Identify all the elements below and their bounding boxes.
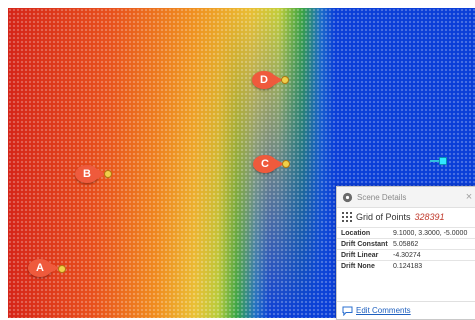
panel-footer: Edit Comments — [337, 301, 475, 319]
object-row: Grid of Points 328391 — [337, 208, 475, 225]
property-key: Drift Linear — [337, 249, 389, 261]
marker-c[interactable]: C — [253, 155, 284, 173]
panel-title: Scene Details — [357, 192, 407, 202]
property-value: 0.124183 — [389, 260, 475, 271]
table-row: Location 9.1000, 3.3000, -5.0000 — [337, 227, 475, 239]
property-key: Drift Constant — [337, 238, 389, 250]
scene-details-icon — [342, 192, 353, 202]
comment-icon — [342, 306, 353, 316]
point-b[interactable] — [104, 170, 112, 178]
property-value: -4.30274 — [389, 249, 475, 261]
property-key: Drift None — [337, 260, 389, 271]
object-name: Grid of Points — [356, 211, 411, 222]
object-id: 328391 — [414, 211, 445, 222]
point-a[interactable] — [58, 265, 66, 273]
properties-table: Location 9.1000, 3.3000, -5.0000 Drift C… — [337, 227, 475, 271]
property-value: 9.1000, 3.3000, -5.0000 — [389, 227, 475, 239]
table-row: Drift None 0.124183 — [337, 260, 475, 271]
cyan-point[interactable] — [439, 157, 447, 165]
close-icon[interactable]: × — [462, 191, 475, 203]
scene-details-panel: Scene Details × Grid of Points 328391 Lo… — [336, 186, 475, 320]
edit-comments-link[interactable]: Edit Comments — [356, 306, 411, 315]
marker-a[interactable]: A — [28, 259, 59, 277]
point-c[interactable] — [282, 160, 290, 168]
grid-of-points-icon — [342, 211, 352, 222]
property-value: 5.05862 — [389, 238, 475, 250]
table-row: Drift Constant 5.05862 — [337, 238, 475, 250]
point-d[interactable] — [281, 76, 289, 84]
marker-b[interactable]: B — [75, 165, 106, 183]
property-key: Location — [337, 227, 389, 239]
marker-d[interactable]: D — [252, 71, 283, 89]
table-row: Drift Linear -4.30274 — [337, 249, 475, 261]
panel-header: Scene Details × — [337, 187, 475, 208]
